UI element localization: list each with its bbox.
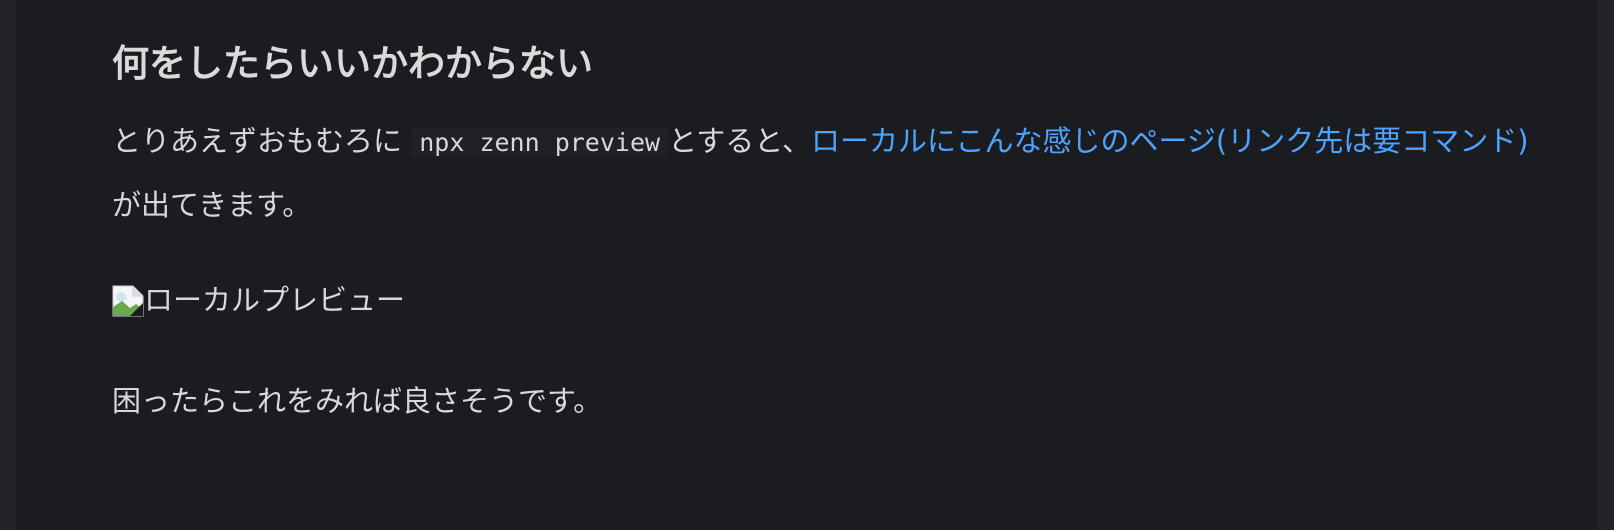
- image-alt-text: ローカルプレビュー: [144, 283, 406, 317]
- intro-text-after-link: が出てきます。: [112, 188, 312, 222]
- broken-image-icon: [112, 283, 144, 317]
- intro-paragraph: とりあえずおもむろに npx zenn preview とすると、ローカルにこんな…: [112, 110, 1532, 236]
- intro-text-after-code: とすると、: [668, 124, 812, 158]
- closing-paragraph: 困ったらこれをみれば良さそうです。: [112, 384, 603, 418]
- article-content: 何をしたらいいかわからない とりあえずおもむろに npx zenn previe…: [112, 34, 1532, 432]
- inline-code: npx zenn preview: [411, 128, 669, 157]
- local-preview-image: ローカルプレビュー: [112, 276, 1532, 324]
- article-frame: 何をしたらいいかわからない とりあえずおもむろに npx zenn previe…: [16, 0, 1598, 530]
- section-heading: 何をしたらいいかわからない: [112, 42, 593, 85]
- intro-text-before-code: とりあえずおもむろに: [112, 124, 403, 158]
- local-preview-link[interactable]: ローカルにこんな感じのページ(リンク先は要コマンド): [811, 124, 1528, 158]
